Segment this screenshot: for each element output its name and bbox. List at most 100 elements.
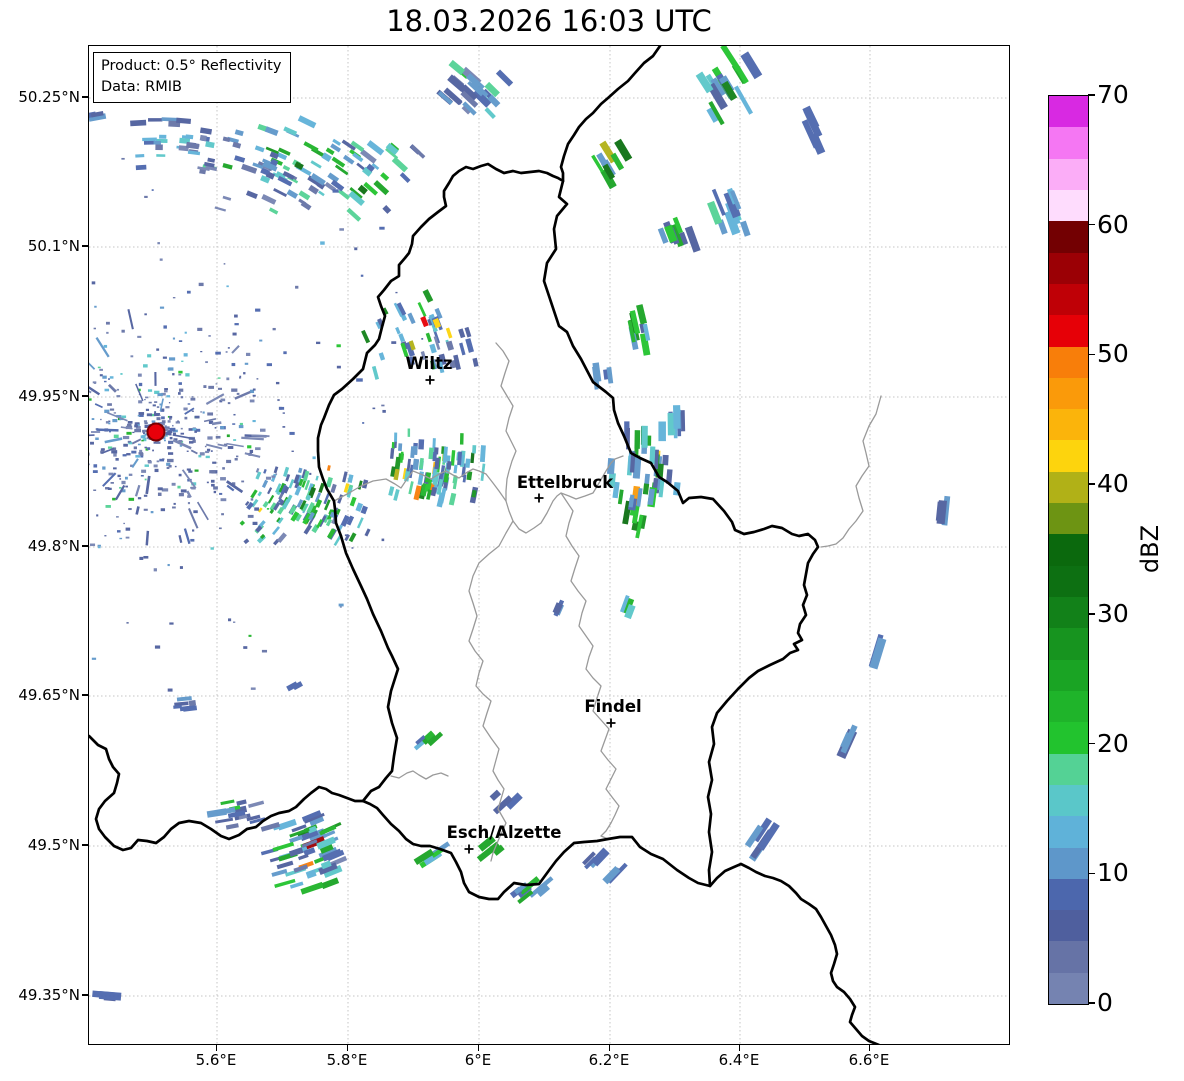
clutter-speckle (188, 470, 193, 473)
clutter-speckle (191, 410, 194, 412)
clutter-speckle (133, 446, 137, 450)
clutter-speckle (110, 482, 114, 484)
colorbar-cell (1049, 753, 1088, 785)
clutter-speckle (128, 508, 132, 511)
clutter-speckle (141, 469, 147, 473)
clutter-speckle (187, 403, 191, 405)
radar-echo (155, 144, 163, 151)
clutter-speckle (225, 351, 228, 353)
clutter-speckle (173, 502, 176, 505)
y-tickmark (82, 994, 88, 996)
radar-echo (672, 405, 681, 429)
clutter-speckle (125, 485, 128, 488)
colorbar-tickmark (1088, 353, 1095, 356)
clutter-speckle (180, 427, 183, 430)
clutter-speckle (145, 408, 150, 411)
colorbar-cell (1049, 377, 1088, 410)
clutter-speckle (282, 426, 286, 428)
clutter-speckle (144, 446, 147, 449)
clutter-speckle (261, 649, 268, 653)
clutter-speckle (105, 321, 110, 325)
radar-echo (617, 489, 624, 505)
clutter-speckle (279, 406, 285, 410)
clutter-speckle (336, 344, 341, 348)
radar-echo (419, 457, 424, 470)
clutter-speckle (157, 393, 163, 397)
radar-echo (297, 115, 317, 129)
radar-echo (300, 881, 324, 895)
radar-echo (733, 85, 754, 115)
clutter-speckle (381, 538, 385, 542)
clutter-speckle (336, 365, 341, 369)
clutter-speckle (218, 527, 222, 530)
clutter-speckle (238, 376, 242, 379)
clutter-speckle (130, 355, 134, 358)
radar-echo (407, 312, 416, 325)
clutter-speckle (213, 486, 218, 490)
clutter-speckle (213, 490, 217, 494)
clutter-speckle (232, 332, 237, 336)
clutter-speckle (103, 380, 107, 383)
clutter-speckle (161, 416, 165, 420)
clutter-spoke (107, 383, 117, 393)
clutter-speckle (379, 226, 385, 230)
clutter-spoke (89, 386, 101, 396)
clutter-speckle (122, 435, 130, 440)
clutter-speckle (265, 476, 272, 480)
radar-echo (148, 118, 163, 122)
clutter-spoke (211, 421, 222, 426)
clutter-speckle (93, 489, 97, 491)
colorbar-cell (1049, 409, 1088, 441)
clutter-spoke (89, 360, 96, 370)
colorbar-cell (1049, 628, 1088, 660)
radar-echo (308, 184, 319, 195)
clutter-speckle (151, 189, 154, 191)
clutter-speckle (137, 443, 141, 446)
clutter-speckle (219, 492, 223, 495)
colorbar-cell (1049, 659, 1088, 691)
clutter-speckle (159, 258, 163, 261)
radar-echo (470, 452, 475, 464)
radar-echo (459, 433, 464, 445)
border-france-germany (708, 862, 880, 1044)
radar-echo (207, 157, 216, 163)
colorbar-tick-label: 0 (1097, 988, 1113, 1017)
clutter-speckle (178, 373, 182, 376)
clutter-spoke (134, 484, 141, 497)
radar-echo (453, 464, 458, 474)
clutter-speckle (163, 439, 166, 442)
radar-echo (636, 304, 648, 325)
clutter-speckle (147, 354, 152, 358)
radar-echo (382, 205, 392, 214)
clutter-speckle (259, 428, 266, 432)
clutter-speckle (188, 441, 194, 444)
clutter-speckle (105, 505, 111, 508)
clutter-speckle (143, 494, 148, 497)
clutter-speckle (255, 447, 261, 451)
clutter-speckle (128, 497, 135, 501)
figure-title: 18.03.2026 16:03 UTC (386, 4, 712, 38)
radar-echo (412, 445, 418, 456)
colorbar-tickmark (1088, 1002, 1095, 1004)
colorbar-tickmark (1088, 613, 1095, 615)
clutter-speckle (184, 416, 188, 420)
clutter-speckle (309, 472, 312, 475)
radar-echo (232, 141, 242, 149)
radar-echo (286, 189, 299, 199)
clutter-speckle (178, 392, 181, 395)
clutter-speckle (183, 407, 188, 411)
radar-echo (176, 696, 192, 702)
clutter-speckle (207, 436, 213, 440)
clutter-speckle (172, 506, 176, 509)
map-axes: Wiltz Ettelbruck Findel Esch/Alzette Produc… (88, 45, 1010, 1045)
city-label: Findel (584, 697, 641, 716)
clutter-speckle (93, 327, 96, 330)
clutter-speckle (220, 398, 226, 402)
clutter-speckle (215, 383, 218, 385)
clutter-speckle (168, 465, 172, 468)
clutter-spoke (94, 403, 103, 409)
radar-echo (417, 301, 427, 318)
clutter-speckle (109, 376, 114, 379)
clutter-speckle (231, 388, 238, 392)
clutter-spoke (231, 345, 240, 354)
